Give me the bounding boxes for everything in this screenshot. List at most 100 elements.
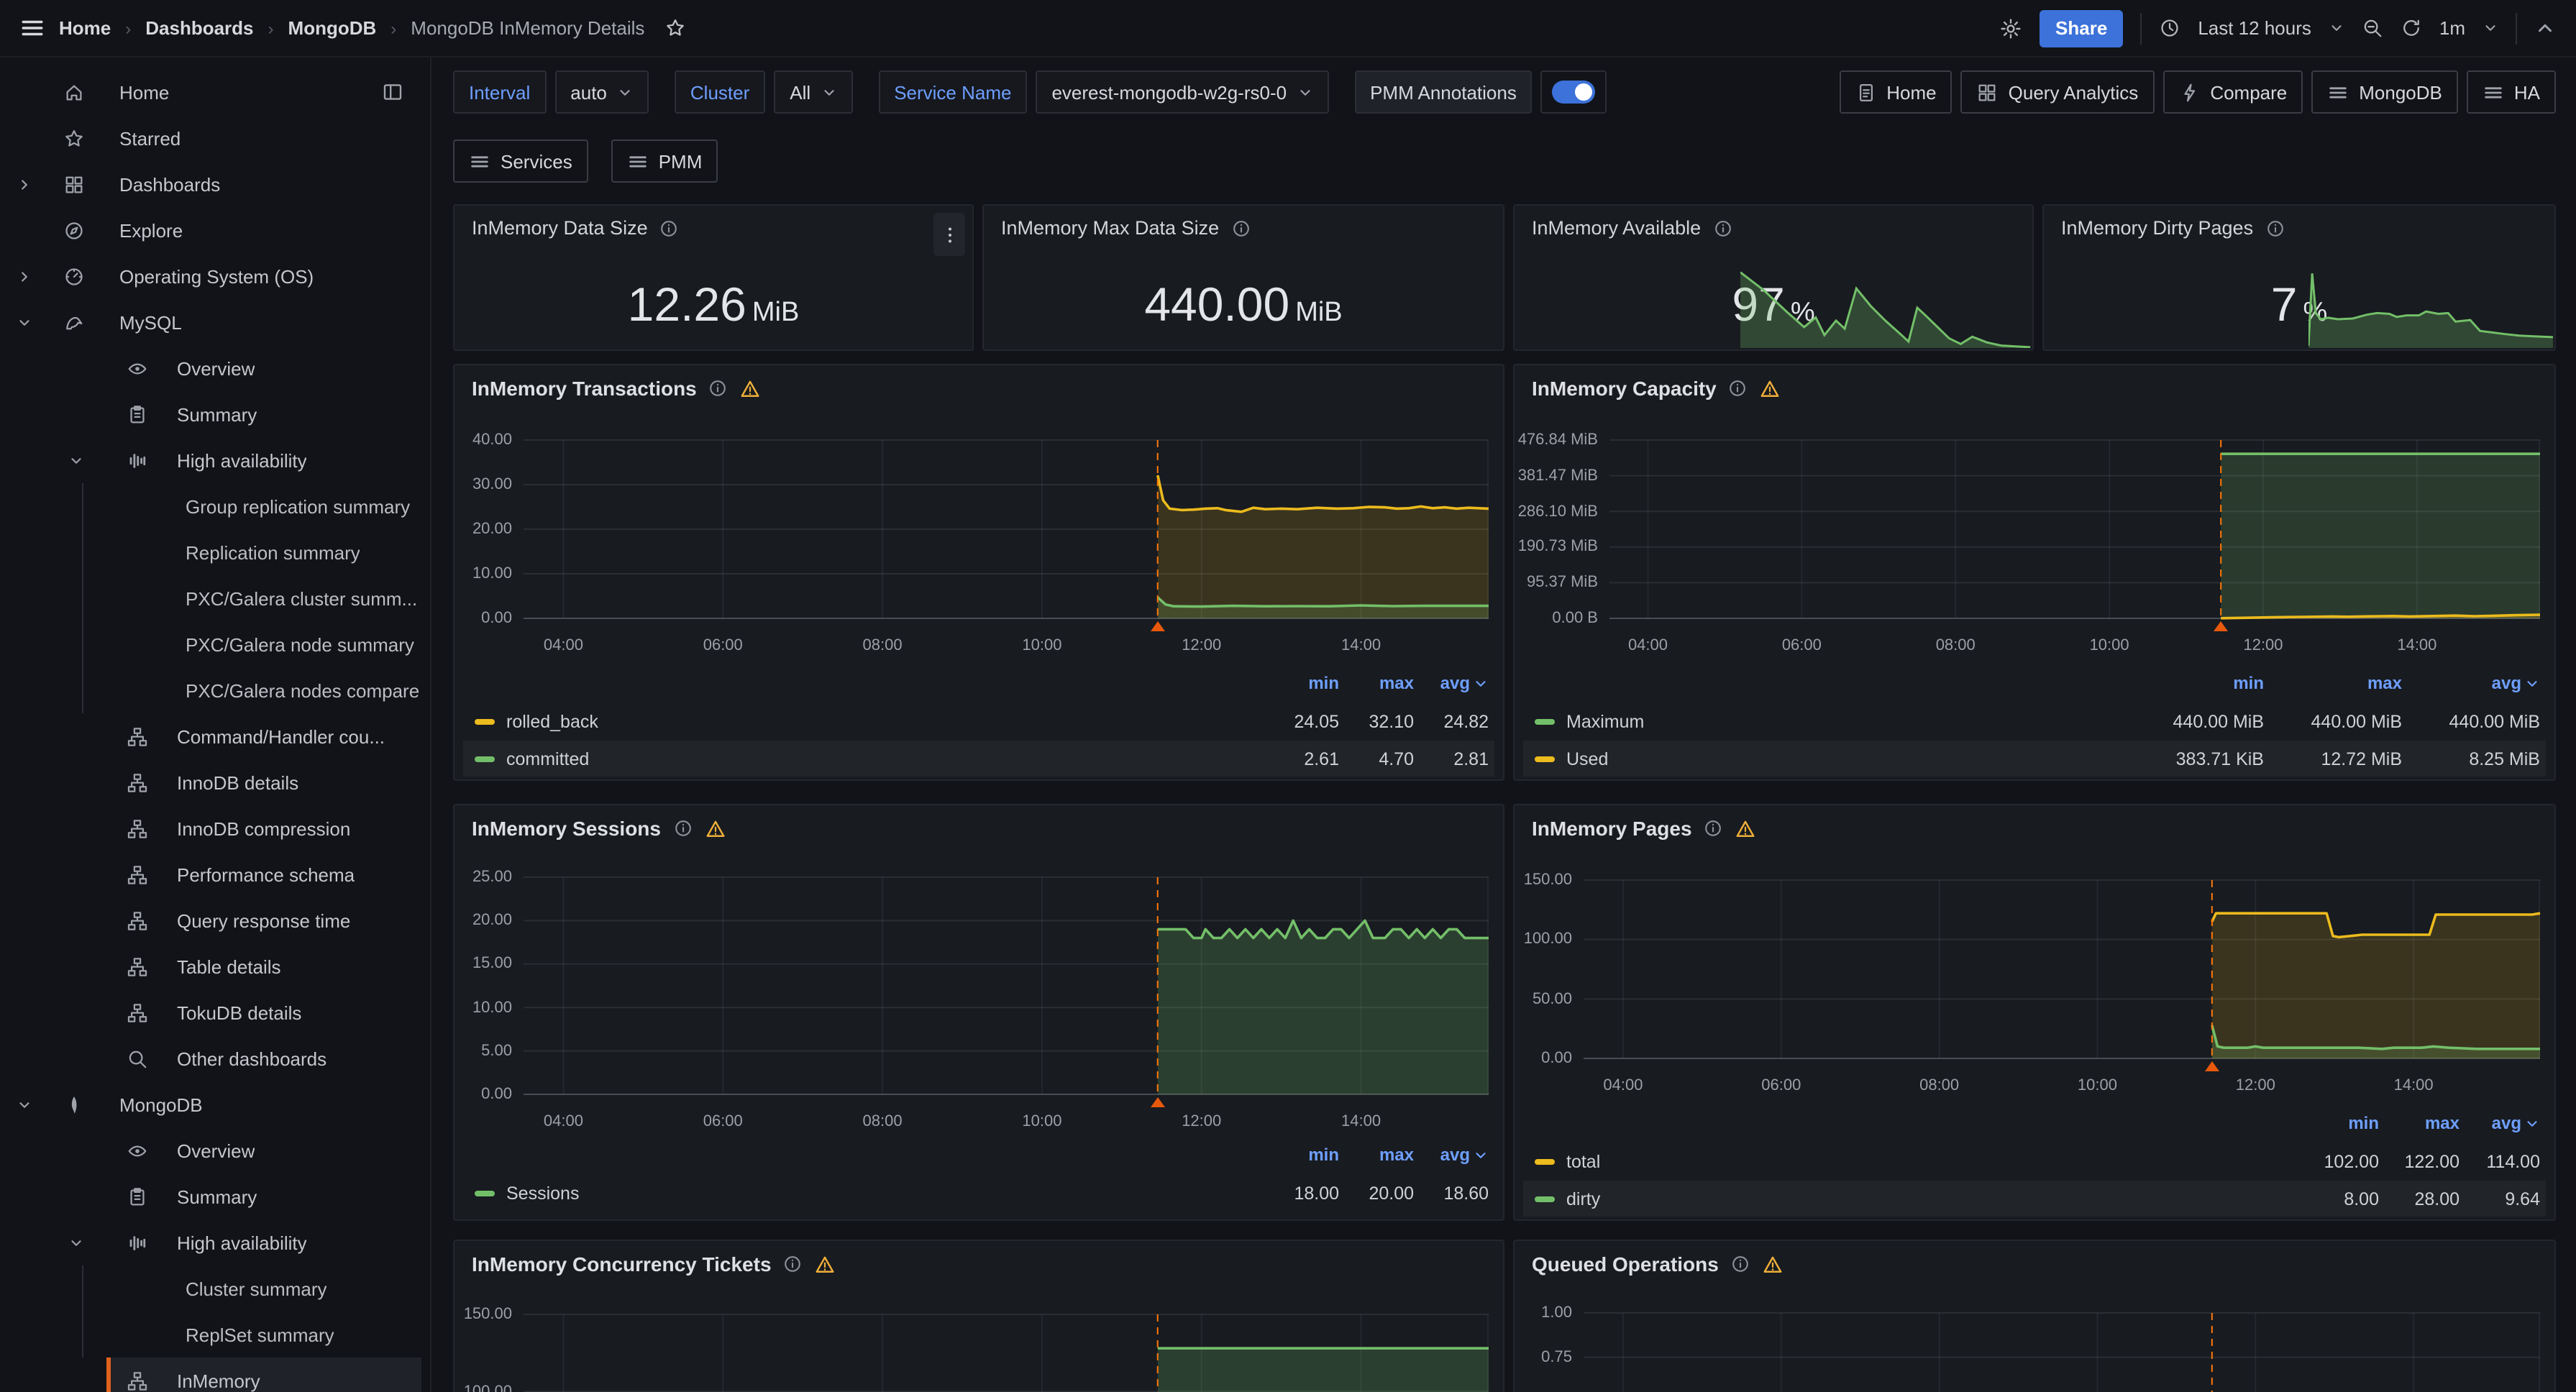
chevron-down-icon[interactable]: [14, 314, 35, 330]
chevron-right-icon[interactable]: [14, 176, 35, 192]
sidebar-item-high-availability[interactable]: High availability: [0, 1219, 430, 1265]
legend-row-total[interactable]: total102.00122.00114.00: [1523, 1143, 2546, 1179]
chart-plot-area[interactable]: [1584, 1313, 2540, 1392]
info-icon[interactable]: [2265, 218, 2285, 238]
legend-row-Used[interactable]: Used383.71 KiB12.72 MiB8.25 MiB: [1523, 741, 2546, 777]
chart-plot-area[interactable]: [524, 1314, 1489, 1392]
collapse-toolbar-icon[interactable]: [2534, 17, 2556, 39]
legend-row-Sessions[interactable]: Sessions18.0020.0018.60: [463, 1175, 1494, 1211]
chevron-down-icon[interactable]: [14, 1096, 35, 1112]
legend-sort-avg[interactable]: avg: [2459, 1113, 2540, 1133]
legend-sort-max[interactable]: max: [1339, 1145, 1414, 1165]
breadcrumb-dashboards[interactable]: Dashboards: [145, 17, 253, 39]
chevron-down-icon[interactable]: [66, 1235, 86, 1250]
panel-menu-button[interactable]: [933, 213, 965, 256]
panel-title[interactable]: InMemory Pages: [1532, 817, 1692, 840]
chart-plot-area[interactable]: [524, 440, 1489, 618]
sidebar-item-other-dashboards[interactable]: Other dashboards: [0, 1035, 430, 1081]
favorite-star-icon[interactable]: [664, 17, 686, 39]
warning-icon[interactable]: [1760, 377, 1781, 399]
warning-icon[interactable]: [1762, 1253, 1783, 1275]
warning-icon[interactable]: [1735, 818, 1757, 839]
cluster-dropdown[interactable]: All: [774, 70, 852, 114]
annotation-marker[interactable]: [1151, 1097, 1165, 1107]
sidebar-item-dashboards[interactable]: Dashboards: [0, 161, 430, 207]
sidebar-item-innodb-details[interactable]: InnoDB details: [0, 759, 430, 805]
legend-sort-max[interactable]: max: [2264, 673, 2402, 693]
panel-title[interactable]: InMemory Concurrency Tickets: [472, 1253, 772, 1276]
sidebar-item-operating-system-os[interactable]: Operating System (OS): [0, 253, 430, 299]
sidebar-item-inmemory[interactable]: InMemory: [0, 1357, 430, 1392]
sidebar-item-cluster-summary[interactable]: Cluster summary: [0, 1265, 430, 1311]
query-analytics-button[interactable]: Query Analytics: [1961, 70, 2155, 114]
clock-icon[interactable]: [2159, 17, 2180, 39]
sidebar-item-home[interactable]: Home: [0, 69, 430, 115]
share-button[interactable]: Share: [2040, 9, 2123, 47]
legend-row-rolled_back[interactable]: rolled_back24.0532.1024.82: [463, 703, 1494, 739]
annotation-marker[interactable]: [2214, 621, 2228, 631]
legend-sort-min[interactable]: min: [1264, 1145, 1339, 1165]
panel-title[interactable]: Queued Operations: [1532, 1253, 1719, 1276]
legend-sort-min[interactable]: min: [1264, 673, 1339, 693]
info-icon[interactable]: [783, 1254, 803, 1274]
legend-row-committed[interactable]: committed2.614.702.81: [463, 741, 1494, 777]
dashboard-settings-gear-icon[interactable]: [1999, 17, 2022, 40]
info-icon[interactable]: [1730, 1254, 1750, 1274]
info-icon[interactable]: [1230, 218, 1251, 238]
legend-sort-avg[interactable]: avg: [1414, 673, 1489, 693]
legend-row-dirty[interactable]: dirty8.0028.009.64: [1523, 1181, 2546, 1217]
sidebar-item-replication-summary[interactable]: Replication summary: [0, 529, 430, 575]
legend-sort-min[interactable]: min: [2126, 673, 2264, 693]
zoom-out-icon[interactable]: [2362, 17, 2383, 39]
chart-plot-area[interactable]: [1609, 440, 2540, 618]
sidebar-item-mongodb[interactable]: MongoDB: [0, 1081, 430, 1127]
compare-button[interactable]: Compare: [2162, 70, 2303, 114]
breadcrumb-home[interactable]: Home: [59, 17, 111, 39]
legend-sort-max[interactable]: max: [1339, 673, 1414, 693]
pmm-link-button[interactable]: PMM: [611, 139, 718, 183]
legend-sort-max[interactable]: max: [2379, 1113, 2459, 1133]
chevron-down-icon[interactable]: [66, 452, 86, 468]
sidebar-item-pxc-galera-nodes-compare[interactable]: PXC/Galera nodes compare: [0, 667, 430, 713]
pmm-annotations-toggle[interactable]: [1541, 70, 1607, 114]
service-name-dropdown[interactable]: everest-mongodb-w2g-rs0-0: [1036, 70, 1328, 114]
hamburger-menu-icon[interactable]: [20, 16, 45, 40]
sidebar-item-table-details[interactable]: Table details: [0, 943, 430, 989]
warning-icon[interactable]: [740, 377, 762, 399]
refresh-interval-picker[interactable]: 1m: [2439, 17, 2465, 39]
ha-menu-button[interactable]: HA: [2467, 70, 2556, 114]
chevron-down-icon[interactable]: [2483, 20, 2498, 36]
annotation-marker[interactable]: [2205, 1061, 2219, 1071]
info-icon[interactable]: [1704, 818, 1724, 838]
info-icon[interactable]: [1712, 218, 1732, 238]
sidebar-collapse-icon[interactable]: [381, 81, 404, 104]
mongodb-menu-button[interactable]: MongoDB: [2311, 70, 2458, 114]
panel-title[interactable]: InMemory Capacity: [1532, 377, 1717, 400]
sidebar-item-query-response-time[interactable]: Query response time: [0, 897, 430, 943]
services-link-button[interactable]: Services: [453, 139, 588, 183]
sidebar-item-summary[interactable]: Summary: [0, 391, 430, 437]
sidebar-item-summary[interactable]: Summary: [0, 1173, 430, 1219]
sidebar-item-innodb-compression[interactable]: InnoDB compression: [0, 805, 430, 851]
breadcrumb-mongodb[interactable]: MongoDB: [288, 17, 377, 39]
legend-sort-min[interactable]: min: [2298, 1113, 2379, 1133]
time-range-picker[interactable]: Last 12 hours: [2198, 17, 2311, 39]
home-button[interactable]: Home: [1839, 70, 1952, 114]
sidebar-item-mysql[interactable]: MySQL: [0, 299, 430, 345]
info-icon[interactable]: [672, 818, 693, 838]
sidebar-item-command-handler-cou[interactable]: Command/Handler cou...: [0, 713, 430, 759]
sidebar-item-overview[interactable]: Overview: [0, 345, 430, 391]
sidebar-item-replset-summary[interactable]: ReplSet summary: [0, 1311, 430, 1357]
sidebar-item-overview[interactable]: Overview: [0, 1127, 430, 1173]
chart-plot-area[interactable]: [1584, 880, 2540, 1058]
sidebar-item-group-replication-summary[interactable]: Group replication summary: [0, 483, 430, 529]
sidebar-item-explore[interactable]: Explore: [0, 207, 430, 253]
annotation-marker[interactable]: [1151, 621, 1165, 631]
info-icon[interactable]: [659, 218, 680, 238]
legend-row-Maximum[interactable]: Maximum440.00 MiB440.00 MiB440.00 MiB: [1523, 703, 2546, 739]
legend-sort-avg[interactable]: avg: [2402, 673, 2540, 693]
sidebar-item-pxc-galera-cluster-summ[interactable]: PXC/Galera cluster summ...: [0, 575, 430, 621]
info-icon[interactable]: [708, 378, 729, 398]
sidebar-item-starred[interactable]: Starred: [0, 115, 430, 161]
legend-sort-avg[interactable]: avg: [1414, 1145, 1489, 1165]
